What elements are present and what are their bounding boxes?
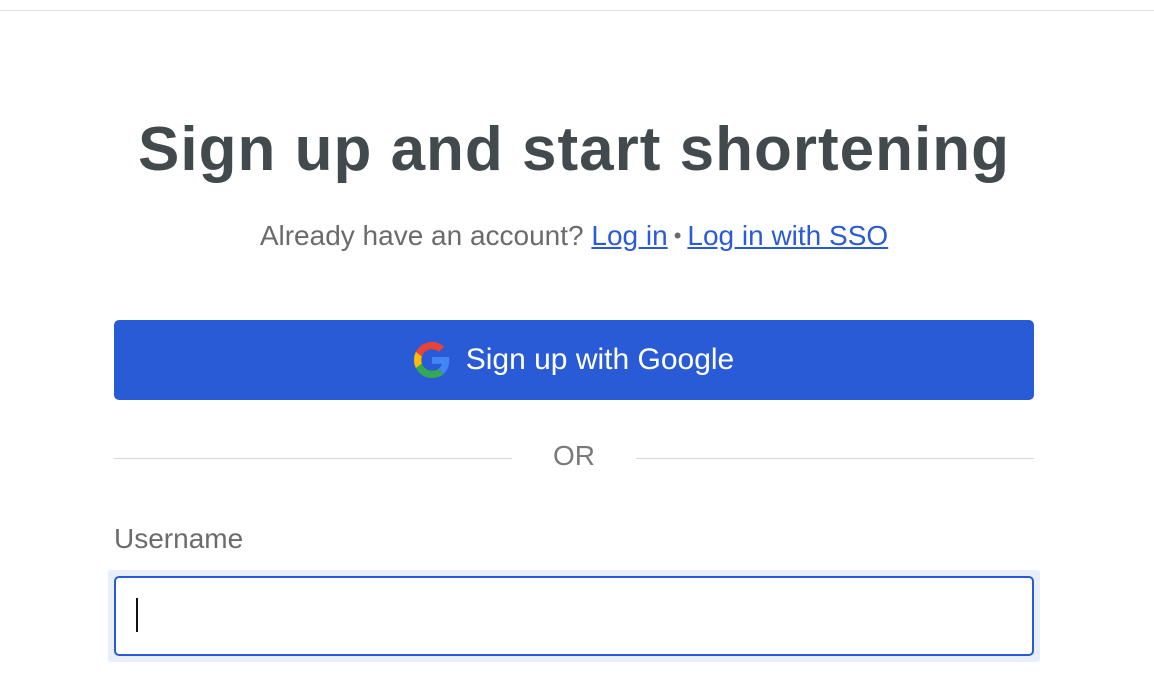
already-have-account-text: Already have an account? bbox=[259, 220, 584, 251]
or-text: OR bbox=[553, 440, 595, 471]
top-divider bbox=[0, 10, 1154, 11]
google-signup-label: Sign up with Google bbox=[465, 343, 735, 376]
google-icon bbox=[413, 342, 449, 378]
google-signup-button[interactable]: Sign up with Google bbox=[114, 320, 1034, 400]
divider-line-right bbox=[636, 458, 1034, 459]
username-focus-ring bbox=[108, 570, 1040, 662]
page-title: Sign up and start shortening bbox=[138, 115, 1010, 184]
username-input[interactable] bbox=[114, 576, 1034, 656]
login-prompt: Already have an account? Log in • Log in w… bbox=[114, 218, 1034, 254]
divider-line-left bbox=[114, 458, 512, 459]
sso-login-link[interactable]: Log in with SSO bbox=[687, 220, 888, 251]
login-link[interactable]: Log in bbox=[591, 220, 667, 251]
username-label: Username bbox=[114, 523, 244, 554]
text-caret bbox=[136, 598, 138, 632]
or-divider: OR bbox=[114, 436, 1034, 480]
separator-dot: • bbox=[673, 223, 682, 248]
